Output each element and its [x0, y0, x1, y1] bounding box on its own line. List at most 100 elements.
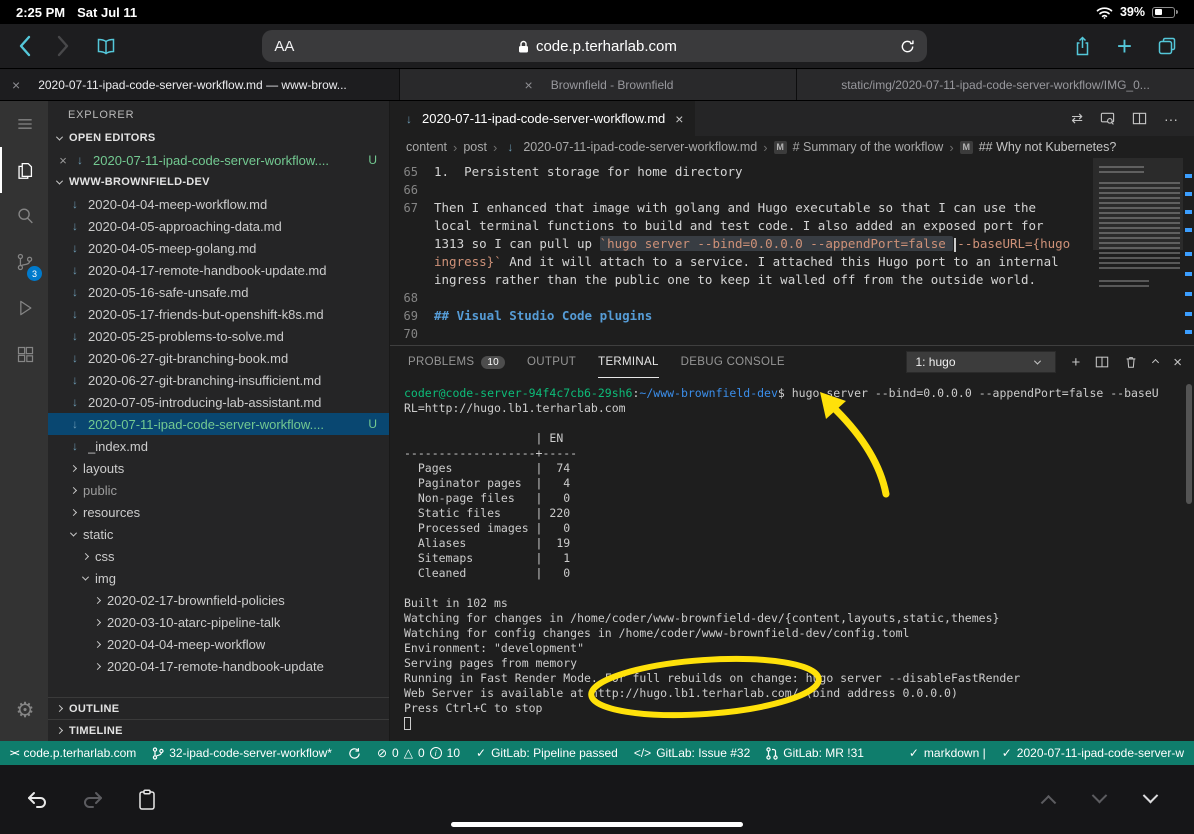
- terminal-line: Aliases | 19: [404, 536, 1194, 551]
- breadcrumb-item[interactable]: post: [463, 140, 487, 154]
- settings-button[interactable]: ⚙: [0, 687, 48, 733]
- battery-percent: 39%: [1120, 5, 1145, 19]
- url-bar[interactable]: AA code.p.terharlab.com: [262, 30, 927, 62]
- chevron-right-icon: [94, 640, 101, 647]
- close-editor-icon[interactable]: ×: [56, 153, 70, 168]
- editor-tab[interactable]: ↓ 2020-07-11-ipad-code-server-workflow.m…: [390, 101, 695, 136]
- tree-folder-2020-04-17-remote-handbook-update[interactable]: 2020-04-17-remote-handbook-update: [48, 655, 389, 677]
- shortcuts-down-button[interactable]: [1094, 791, 1105, 809]
- redo-button[interactable]: [82, 790, 104, 809]
- terminal-picker[interactable]: 1: hugo: [906, 351, 1056, 373]
- tabs-overview-button[interactable]: [1158, 37, 1176, 55]
- back-button[interactable]: [18, 35, 31, 57]
- open-changes-icon[interactable]: ⇄: [1071, 110, 1083, 127]
- close-tab-icon[interactable]: ×: [12, 77, 20, 93]
- menu-button[interactable]: [0, 101, 48, 147]
- breadcrumb-item[interactable]: # Summary of the workflow: [793, 140, 944, 154]
- outline-header[interactable]: OUTLINE: [48, 697, 389, 719]
- source-control-activity-button[interactable]: 3: [0, 239, 48, 285]
- safari-tab-code-server[interactable]: × 2020-07-11-ipad-code-server-workflow.m…: [0, 69, 399, 100]
- code-editor[interactable]: 651. Persistent storage for home directo…: [390, 158, 1194, 345]
- tree-file-2020-04-05-approaching-data.md[interactable]: ↓2020-04-05-approaching-data.md: [48, 215, 389, 237]
- breadcrumb-item[interactable]: content: [406, 140, 447, 154]
- workspace-header[interactable]: WWW-BROWNFIELD-DEV: [48, 171, 389, 193]
- tree-file-_index.md[interactable]: ↓_index.md: [48, 435, 389, 457]
- terminal-scrollbar[interactable]: [1186, 384, 1192, 504]
- safari-tab-brownfield[interactable]: × Brownfield - Brownfield: [399, 69, 796, 100]
- tree-folder-2020-02-17-brownfield-policies[interactable]: 2020-02-17-brownfield-policies: [48, 589, 389, 611]
- tree-folder-2020-03-10-atarc-pipeline-talk[interactable]: 2020-03-10-atarc-pipeline-talk: [48, 611, 389, 633]
- open-editors-header[interactable]: OPEN EDITORS: [48, 127, 389, 149]
- close-tab-icon[interactable]: ×: [525, 77, 533, 93]
- split-editor-icon[interactable]: [1132, 111, 1147, 126]
- tree-file-2020-05-17-friends-but-openshift-k8s.md[interactable]: ↓2020-05-17-friends-but-openshift-k8s.md: [48, 303, 389, 325]
- search-activity-button[interactable]: [0, 193, 48, 239]
- tree-file-2020-04-17-remote-handbook-update.md[interactable]: ↓2020-04-17-remote-handbook-update.md: [48, 259, 389, 281]
- tree-file-2020-06-27-git-branching-book.md[interactable]: ↓2020-06-27-git-branching-book.md: [48, 347, 389, 369]
- sync-status[interactable]: [348, 747, 361, 760]
- breadcrumb-item[interactable]: ## Why not Kubernetes?: [979, 140, 1117, 154]
- tree-file-2020-04-05-meep-golang.md[interactable]: ↓2020-04-05-meep-golang.md: [48, 237, 389, 259]
- tree-file-2020-05-16-safe-unsafe.md[interactable]: ↓2020-05-16-safe-unsafe.md: [48, 281, 389, 303]
- tree-file-2020-07-11-ipad-code-server-workflow....[interactable]: ↓2020-07-11-ipad-code-server-workflow...…: [48, 413, 389, 435]
- explorer-activity-button[interactable]: [0, 147, 48, 193]
- tab-debug-console[interactable]: DEBUG CONSOLE: [681, 346, 785, 378]
- close-panel-icon[interactable]: ×: [1173, 354, 1182, 371]
- share-button[interactable]: [1074, 36, 1091, 56]
- sidebar-title: EXPLORER: [48, 101, 389, 127]
- forward-button[interactable]: [57, 35, 70, 57]
- split-terminal-icon[interactable]: [1095, 355, 1109, 369]
- tree-folder-img[interactable]: img: [48, 567, 389, 589]
- tree-folder-layouts[interactable]: layouts: [48, 457, 389, 479]
- tree-file-2020-06-27-git-branching-insufficient.md[interactable]: ↓2020-06-27-git-branching-insufficient.m…: [48, 369, 389, 391]
- tree-folder-css[interactable]: css: [48, 545, 389, 567]
- kill-terminal-icon[interactable]: [1124, 355, 1138, 369]
- tree-file-2020-04-04-meep-workflow.md[interactable]: ↓2020-04-04-meep-workflow.md: [48, 193, 389, 215]
- tree-folder-resources[interactable]: resources: [48, 501, 389, 523]
- tab-terminal[interactable]: TERMINAL: [598, 346, 659, 378]
- tree-file-2020-07-05-introducing-lab-assistant.md[interactable]: ↓2020-07-05-introducing-lab-assistant.md: [48, 391, 389, 413]
- line-number: [390, 235, 434, 253]
- code-lines: 651. Persistent storage for home directo…: [390, 158, 1194, 343]
- tab-output[interactable]: OUTPUT: [527, 346, 576, 378]
- language-mode[interactable]: ✓ markdown |: [909, 746, 986, 760]
- new-terminal-icon[interactable]: +: [1071, 354, 1080, 371]
- new-tab-button[interactable]: +: [1117, 35, 1132, 57]
- tree-item-label: 2020-04-05-approaching-data.md: [88, 219, 282, 234]
- shortcuts-up-button[interactable]: [1043, 791, 1054, 809]
- more-actions-icon[interactable]: ···: [1164, 111, 1178, 127]
- open-editor-item[interactable]: × ↓ 2020-07-11-ipad-code-server-workflow…: [48, 149, 389, 171]
- tree-folder-2020-04-04-meep-workflow[interactable]: 2020-04-04-meep-workflow: [48, 633, 389, 655]
- tab-problems[interactable]: PROBLEMS 10: [408, 346, 505, 378]
- minimap[interactable]: [1093, 158, 1183, 345]
- gitlab-issue-status[interactable]: </> GitLab: Issue #32: [634, 746, 750, 760]
- file-check-status[interactable]: ✓ 2020-07-11-ipad-code-server-w: [1002, 746, 1184, 760]
- safari-tab-image[interactable]: static/img/2020-07-11-ipad-code-server-w…: [796, 69, 1194, 100]
- tree-folder-public[interactable]: public: [48, 479, 389, 501]
- chevron-right-icon: [70, 464, 77, 471]
- tree-folder-static[interactable]: static: [48, 523, 389, 545]
- text-size-button[interactable]: AA: [274, 38, 294, 55]
- close-editor-tab-icon[interactable]: ×: [675, 111, 683, 127]
- tree-file-2020-05-25-problems-to-solve.md[interactable]: ↓2020-05-25-problems-to-solve.md: [48, 325, 389, 347]
- open-preview-icon[interactable]: [1100, 111, 1115, 126]
- reading-list-button[interactable]: [96, 38, 116, 55]
- home-indicator[interactable]: [451, 822, 743, 827]
- search-icon: [14, 205, 36, 227]
- problems-status[interactable]: ⊘ 0 △ 0 i 10: [377, 746, 460, 760]
- timeline-header[interactable]: TIMELINE: [48, 719, 389, 741]
- undo-button[interactable]: [26, 790, 48, 809]
- remote-indicator[interactable]: >< code.p.terharlab.com: [10, 746, 136, 760]
- maximize-panel-icon[interactable]: [1153, 360, 1158, 365]
- overview-ruler: [1183, 158, 1194, 345]
- gitlab-pipeline-status[interactable]: ✓ GitLab: Pipeline passed: [476, 746, 618, 760]
- gitlab-mr-status[interactable]: GitLab: MR !31: [766, 746, 864, 760]
- dismiss-keyboard-button[interactable]: [1145, 791, 1156, 809]
- breadcrumb-item[interactable]: 2020-07-11-ipad-code-server-workflow.md: [523, 140, 757, 154]
- extensions-activity-button[interactable]: [0, 331, 48, 377]
- git-branch-status[interactable]: 32-ipad-code-server-workflow*: [152, 746, 332, 760]
- paste-clipboard-button[interactable]: [138, 789, 156, 811]
- run-debug-activity-button[interactable]: [0, 285, 48, 331]
- reload-button[interactable]: [900, 39, 915, 54]
- terminal[interactable]: coder@code-server-94f4c7cb6-29sh6:~/www-…: [390, 378, 1194, 741]
